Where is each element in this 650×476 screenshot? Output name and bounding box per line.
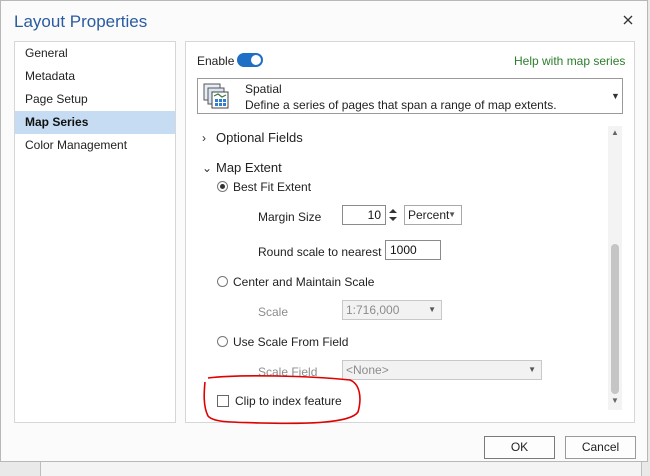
red-highlight-annotation <box>203 375 361 425</box>
ok-button[interactable]: OK <box>484 436 555 459</box>
chevron-down-icon: ⌄ <box>202 161 213 175</box>
nav-item-page-setup[interactable]: Page Setup <box>15 88 175 111</box>
series-type-description: Define a series of pages that span a ran… <box>245 98 557 112</box>
best-fit-extent-radio[interactable] <box>217 181 228 192</box>
map-extent-label: Map Extent <box>216 160 282 175</box>
margin-size-input[interactable]: 10 <box>342 205 386 225</box>
nav-item-map-series[interactable]: Map Series <box>15 111 175 134</box>
chevron-down-icon: ▼ <box>448 210 456 219</box>
spatial-map-series-icon <box>203 83 229 109</box>
nav-item-general[interactable]: General <box>15 42 175 65</box>
optional-fields-section[interactable]: › Optional Fields <box>202 130 303 145</box>
margin-size-label: Margin Size <box>258 210 322 224</box>
center-maintain-scale-radio[interactable] <box>217 276 228 287</box>
nav-item-color-management[interactable]: Color Management <box>15 134 175 157</box>
scale-field-dropdown[interactable]: <None> ▼ <box>342 360 542 380</box>
properties-nav: General Metadata Page Setup Map Series C… <box>14 41 176 423</box>
toggle-knob <box>251 55 261 65</box>
scale-dropdown[interactable]: 1:716,000 ▼ <box>342 300 442 320</box>
title-bar: Layout Properties <box>1 1 647 41</box>
map-extent-section[interactable]: ⌄ Map Extent <box>202 160 282 175</box>
margin-size-spinner-icon[interactable] <box>386 205 400 225</box>
scale-value: 1:716,000 <box>346 303 400 317</box>
scale-label: Scale <box>258 305 289 319</box>
center-maintain-scale-label: Center and Maintain Scale <box>233 275 375 289</box>
chevron-down-icon: ▼ <box>611 91 620 101</box>
cancel-button[interactable]: Cancel <box>565 436 636 459</box>
panel-scrollbar[interactable]: ▲ ▼ <box>608 126 622 410</box>
margin-unit-value: Percent <box>408 208 450 222</box>
scroll-down-icon[interactable]: ▼ <box>611 396 619 405</box>
chevron-right-icon: › <box>202 131 206 145</box>
background-window-edge <box>40 462 642 476</box>
scrollbar-thumb[interactable] <box>611 244 619 394</box>
series-type-name: Spatial <box>245 82 282 96</box>
dialog-title: Layout Properties <box>14 12 148 31</box>
margin-unit-dropdown[interactable]: Percent ▼ <box>404 205 462 225</box>
use-scale-from-field-radio[interactable] <box>217 336 228 347</box>
chevron-down-icon: ▼ <box>428 305 436 314</box>
chevron-down-icon: ▼ <box>528 365 536 374</box>
optional-fields-label: Optional Fields <box>216 130 303 145</box>
use-scale-from-field-label: Use Scale From Field <box>233 335 349 349</box>
enable-toggle[interactable] <box>237 53 263 67</box>
round-scale-label: Round scale to nearest <box>258 245 382 259</box>
enable-label: Enable <box>197 54 235 68</box>
best-fit-extent-label: Best Fit Extent <box>233 180 312 194</box>
map-series-panel: Enable Help with map series Spatial Defi… <box>185 41 635 423</box>
scroll-up-icon[interactable]: ▲ <box>611 128 619 137</box>
help-map-series-link[interactable]: Help with map series <box>514 54 625 68</box>
nav-item-metadata[interactable]: Metadata <box>15 65 175 88</box>
series-type-dropdown[interactable]: Spatial Define a series of pages that sp… <box>197 78 623 114</box>
close-icon[interactable] <box>621 13 635 27</box>
round-scale-input[interactable]: 1000 <box>385 240 441 260</box>
